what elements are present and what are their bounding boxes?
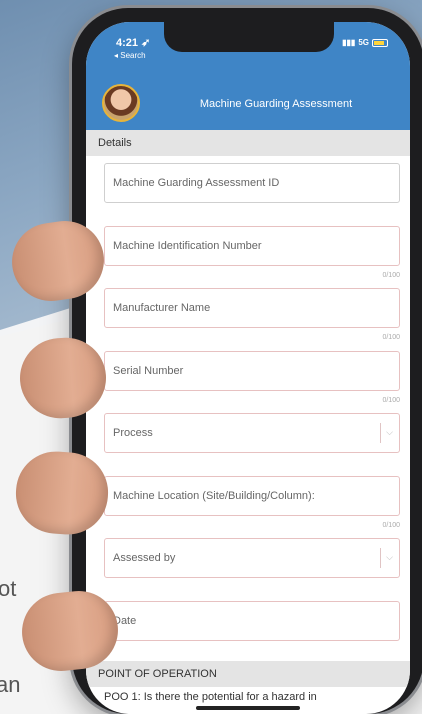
date-field[interactable]: Date: [104, 601, 400, 641]
phone-notch: [164, 22, 334, 52]
character-counter: 0/100: [382, 272, 400, 279]
field-label: Machine Guarding Assessment ID: [113, 177, 280, 189]
field-label: Serial Number: [113, 365, 184, 377]
machine-id-number-field[interactable]: Machine Identification Number: [104, 226, 400, 266]
section-details: Details: [86, 130, 410, 156]
page-title: Machine Guarding Assessment: [199, 98, 353, 110]
dropdown-separator: [380, 548, 381, 568]
status-time: 4:21 ➶: [116, 37, 151, 49]
section-point-of-operation: POINT OF OPERATION: [86, 661, 410, 687]
field-label: Machine Identification Number: [113, 240, 262, 252]
location-arrow-icon: ➶: [141, 37, 151, 49]
network-label: 5G: [358, 38, 369, 47]
character-counter: 0/100: [382, 397, 400, 404]
phone-frame: 4:21 ➶ ◂ Search ▮▮▮ 5G Machine Guarding …: [72, 8, 422, 714]
machine-location-field[interactable]: Machine Location (Site/Building/Column):: [104, 476, 400, 516]
field-label: Manufacturer Name: [113, 302, 211, 314]
field-label: Machine Location (Site/Building/Column):: [113, 490, 315, 502]
dropdown-separator: [380, 423, 381, 443]
assessment-id-field[interactable]: Machine Guarding Assessment ID: [104, 163, 400, 203]
signal-icon: ▮▮▮: [342, 38, 356, 47]
back-to-search-link[interactable]: ◂ Search: [114, 51, 146, 60]
field-label: Process: [113, 427, 153, 439]
character-counter: 0/100: [382, 334, 400, 341]
chevron-down-icon: ⌵: [386, 552, 393, 562]
process-dropdown[interactable]: Process ⌵: [104, 413, 400, 453]
background-text-1: ot: [0, 576, 17, 601]
field-label: Assessed by: [113, 552, 176, 564]
question-preview[interactable]: POO 1: Is there the potential for a haza…: [104, 691, 317, 703]
manufacturer-name-field[interactable]: Manufacturer Name: [104, 288, 400, 328]
battery-icon: [372, 38, 388, 47]
phone-screen: 4:21 ➶ ◂ Search ▮▮▮ 5G Machine Guarding …: [86, 22, 410, 714]
character-counter: 0/100: [382, 522, 400, 529]
chevron-down-icon: ⌵: [386, 427, 393, 437]
assessed-by-dropdown[interactable]: Assessed by ⌵: [104, 538, 400, 578]
serial-number-field[interactable]: Serial Number: [104, 351, 400, 391]
background-text-2: an: [0, 672, 21, 697]
user-avatar[interactable]: [102, 84, 140, 122]
home-indicator: [196, 706, 300, 710]
status-indicators: ▮▮▮ 5G: [342, 38, 388, 47]
